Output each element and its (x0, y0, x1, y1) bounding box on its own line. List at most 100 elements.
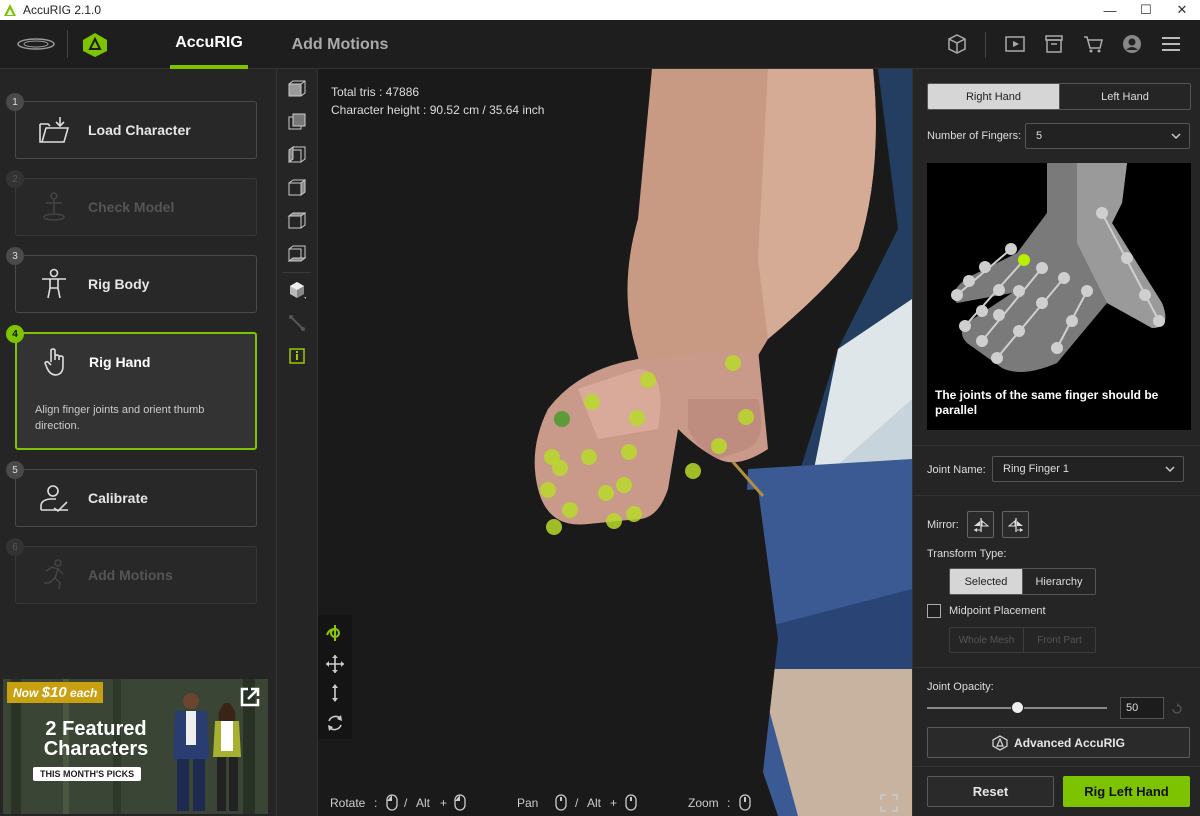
step-number: 1 (6, 93, 24, 111)
front-part-button: Front Part (1023, 628, 1095, 652)
scale-tool-icon[interactable] (325, 683, 345, 703)
transform-selected-button[interactable]: Selected (950, 569, 1022, 594)
running-figure-icon (44, 559, 64, 590)
window-title: AccuRIG 2.1.0 (23, 3, 102, 17)
left-hand-button[interactable]: Left Hand (1059, 84, 1190, 109)
tab-add-motions[interactable]: Add Motions (280, 20, 400, 69)
right-hand-button[interactable]: Right Hand (928, 84, 1059, 109)
pan-label: Pan (517, 796, 539, 810)
rotate-tool-icon[interactable] (325, 713, 345, 733)
view-right-icon[interactable] (287, 178, 307, 198)
step-load-character[interactable]: Load Character (15, 101, 257, 159)
shaded-cube-icon[interactable] (287, 280, 307, 300)
view-bottom-icon[interactable] (287, 244, 307, 264)
fullscreen-icon[interactable] (880, 794, 898, 812)
promo-price-badge: Now $10 each (7, 682, 104, 703)
joint-marker (621, 444, 637, 460)
mirror-label: Mirror: (927, 519, 959, 531)
midpoint-checkbox[interactable] (927, 604, 941, 618)
total-tris: Total tris : 47886 (331, 85, 420, 99)
guide-joint (1036, 297, 1048, 309)
user-avatar-icon[interactable] (1121, 33, 1143, 55)
mouse-left-icon (386, 794, 398, 811)
guide-joint (979, 261, 991, 273)
hand-selector: Right Hand Left Hand (927, 83, 1191, 110)
step-number: 6 (6, 538, 24, 556)
guide-joint (1066, 315, 1078, 327)
step-rig-body[interactable]: Rig Body (15, 255, 257, 313)
play-video-icon[interactable] (1004, 33, 1026, 55)
rig-left-hand-button[interactable]: Rig Left Hand (1063, 776, 1190, 807)
plus-text: + (610, 796, 618, 810)
plus-text: + (440, 796, 448, 810)
transform-hierarchy-button[interactable]: Hierarchy (1022, 569, 1095, 594)
guide-joint (1058, 272, 1070, 284)
guide-joint (951, 289, 963, 301)
fingers-dropdown[interactable]: 5 (1025, 123, 1190, 149)
view-top-icon[interactable] (287, 211, 307, 231)
step-label: Rig Body (88, 276, 150, 292)
select-rotate-tool-icon[interactable] (325, 623, 345, 643)
opacity-slider[interactable] (927, 701, 1107, 714)
step-number: 5 (6, 461, 24, 479)
step-number: 4 (6, 325, 24, 343)
step-label: Add Motions (88, 567, 173, 583)
guide-joint (963, 275, 975, 287)
reallusion-logo-icon (17, 38, 55, 50)
joint-marker (711, 438, 727, 454)
step-calibrate[interactable]: Calibrate (15, 469, 257, 527)
steps-panel: Load Character 1 Check Model 2 Rig Body … (0, 69, 277, 816)
guide-joint (976, 305, 988, 317)
bone-icon (289, 315, 305, 331)
colon-text: : (374, 796, 378, 810)
rotate-label: Rotate (330, 796, 366, 810)
archive-icon[interactable] (1043, 33, 1065, 55)
guide-joint (993, 309, 1005, 321)
close-button[interactable]: ✕ (1164, 0, 1200, 20)
info-toggle-icon[interactable] (287, 346, 307, 366)
guide-joint (1051, 342, 1063, 354)
tab-accurig[interactable]: AccuRIG (170, 20, 248, 69)
guide-joint (1036, 262, 1048, 274)
fingers-value: 5 (1036, 130, 1043, 142)
joint-marker (546, 519, 562, 535)
step-number: 3 (6, 247, 24, 265)
check-model-icon (43, 192, 65, 221)
mirror-left-button[interactable] (967, 511, 994, 538)
maximize-button[interactable]: ☐ (1128, 0, 1164, 20)
minimize-button[interactable]: — (1092, 0, 1128, 20)
viewport-controls-hint: Rotate : / Alt + Pan / Alt + Zoom : (318, 787, 912, 816)
advanced-label: Advanced AccuRIG (1014, 735, 1125, 750)
chevron-down-icon (1165, 466, 1175, 473)
cube-icon[interactable] (946, 33, 968, 55)
step-rig-hand[interactable]: Rig Hand Align finger joints and orient … (15, 332, 257, 450)
slider-knob[interactable] (1010, 701, 1024, 714)
cart-icon[interactable] (1082, 33, 1104, 55)
promo-picks-label: THIS MONTH'S PICKS (33, 767, 142, 781)
view-back-icon[interactable] (287, 112, 307, 132)
menu-icon[interactable] (1160, 33, 1182, 55)
advanced-accurig-button[interactable]: Advanced AccuRIG (927, 727, 1190, 758)
reset-button[interactable]: Reset (927, 776, 1054, 807)
view-left-icon[interactable] (287, 145, 307, 165)
calibrate-user-icon (40, 485, 68, 513)
joint-opacity-label: Joint Opacity: (927, 681, 994, 693)
price-value: $10 (41, 684, 67, 701)
promo-banner[interactable]: Now $10 each 2 Featured Characters THIS … (3, 679, 268, 814)
whole-mesh-button: Whole Mesh (958, 634, 1015, 646)
joint-name-dropdown[interactable]: Ring Finger 1 (992, 456, 1184, 482)
transform-gizmo-toolbar (318, 615, 352, 739)
opacity-value-input[interactable]: 50 (1120, 697, 1164, 719)
view-toolbar (277, 69, 318, 816)
mirror-right-button[interactable] (1002, 511, 1029, 538)
view-front-icon[interactable] (287, 79, 307, 99)
reset-value-icon[interactable] (1171, 703, 1183, 715)
3d-viewport[interactable]: Total tris : 47886 Character height : 90… (318, 69, 912, 816)
guide-joint (1013, 325, 1025, 337)
mirror-right-icon (1007, 518, 1023, 532)
step-number: 2 (6, 170, 24, 188)
move-tool-icon[interactable] (325, 654, 345, 674)
joint-marker (540, 482, 556, 498)
step-label: Load Character (88, 122, 191, 138)
external-link-icon[interactable] (238, 685, 262, 709)
